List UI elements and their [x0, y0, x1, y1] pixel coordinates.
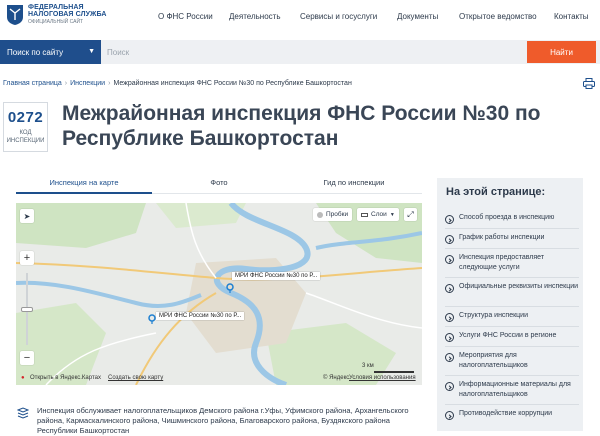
- inspection-code-label-line1: КОД: [19, 130, 32, 136]
- sidebar-item-schedule[interactable]: График работы инспекции: [445, 233, 579, 249]
- search-button[interactable]: Найти: [527, 41, 596, 63]
- arrow-circle-icon: [445, 382, 454, 391]
- breadcrumb-inspections[interactable]: Инспекции: [70, 80, 105, 87]
- nav-item-open-agency[interactable]: Открытое ведомство: [459, 12, 537, 21]
- sidebar-item-anticorruption[interactable]: Противодействие коррупции: [445, 409, 579, 425]
- map-pin-label[interactable]: МРИ ФНС России №30 по Р...: [232, 272, 321, 280]
- sidebar-item-label: Услуги ФНС России в регионе: [459, 332, 557, 339]
- open-in-yandex-link[interactable]: Открыть в Яндекс.Картах: [30, 375, 101, 381]
- on-this-page-sidebar: На этой странице: Способ проезда в инспе…: [437, 178, 583, 431]
- sidebar-item-label: Структура инспекции: [459, 312, 529, 319]
- arrow-circle-icon: [445, 353, 454, 362]
- map-basemap: [16, 203, 422, 385]
- inspection-code-box: 0272 КОД ИНСПЕКЦИИ: [3, 102, 48, 152]
- nav-item-activity[interactable]: Деятельность: [229, 12, 281, 21]
- arrow-circle-icon: [445, 255, 454, 264]
- sidebar-item-label: Информационные материалы для налогоплате…: [459, 381, 571, 398]
- zoom-out-button[interactable]: −: [20, 351, 34, 365]
- zoom-slider-handle[interactable]: [21, 307, 33, 312]
- layers-icon: [361, 212, 368, 217]
- top-navigation: О ФНС России Деятельность Сервисы и госу…: [0, 12, 600, 26]
- sidebar-item-services[interactable]: Инспекция предоставляет следующие услуги: [445, 253, 579, 278]
- create-map-link[interactable]: Создать свою карту: [108, 375, 163, 381]
- breadcrumb-separator-icon: ›: [108, 80, 111, 87]
- chevron-down-icon: ▼: [88, 48, 95, 55]
- inspection-code: 0272: [7, 109, 44, 126]
- tab-guide[interactable]: Гид по инспекции: [286, 176, 422, 194]
- traffic-label: Пробки: [326, 211, 349, 218]
- breadcrumb-current: Межрайонная инспекция ФНС России №30 по …: [113, 80, 352, 87]
- nav-item-contacts[interactable]: Контакты: [554, 12, 589, 21]
- chevron-down-icon: ▼: [389, 211, 395, 218]
- layers-label: Слои: [371, 211, 387, 218]
- site-header: ФЕДЕРАЛЬНАЯ НАЛОГОВАЯ СЛУЖБА ОФИЦИАЛЬНЫЙ…: [0, 0, 600, 38]
- nav-item-about[interactable]: О ФНС России: [158, 12, 213, 21]
- sidebar-item-events[interactable]: Мероприятия для налогоплательщиков: [445, 351, 579, 376]
- page-title: Межрайонная инспекция ФНС России №30 по Р…: [62, 101, 582, 151]
- breadcrumb: Главная страница › Инспекции › Межрайонная и…: [3, 80, 352, 87]
- tab-photo[interactable]: Фото: [152, 176, 286, 194]
- plus-icon: +: [23, 252, 31, 264]
- print-icon[interactable]: [583, 78, 595, 89]
- sidebar-item-label: Способ проезда в инспекцию: [459, 214, 555, 221]
- map-scale-label: 3 км: [362, 363, 374, 369]
- fullscreen-button[interactable]: ⤢: [404, 208, 417, 221]
- sidebar-item-region-services[interactable]: Услуги ФНС России в регионе: [445, 331, 579, 347]
- traffic-button[interactable]: Пробки: [313, 208, 353, 221]
- tab-map[interactable]: Инспекция на карте: [16, 176, 152, 194]
- nav-item-services[interactable]: Сервисы и госуслуги: [300, 12, 377, 21]
- zoom-in-button[interactable]: +: [20, 251, 34, 265]
- arrow-circle-icon: [445, 333, 454, 342]
- arrow-circle-icon: [445, 313, 454, 322]
- map-footer: ● Открыть в Яндекс.Картах Создать свою к…: [16, 373, 422, 385]
- map-area-icon: [17, 407, 29, 419]
- sidebar-item-label: Мероприятия для налогоплательщиков: [459, 352, 528, 369]
- sidebar-item-structure[interactable]: Структура инспекции: [445, 311, 579, 327]
- sidebar-item-label: Противодействие коррупции: [459, 410, 553, 417]
- traffic-icon: [317, 211, 323, 218]
- sidebar-item-label: Инспекция предоставляет следующие услуги: [459, 254, 545, 271]
- nav-item-documents[interactable]: Документы: [397, 12, 438, 21]
- map-pin-icon[interactable]: [148, 314, 156, 324]
- page-title-line1: Межрайонная инспекция ФНС России №30 по: [62, 102, 541, 125]
- map-pin-icon[interactable]: [226, 283, 234, 293]
- sidebar-title: На этой странице:: [446, 186, 546, 198]
- sidebar-item-route[interactable]: Способ проезда в инспекцию: [445, 213, 579, 229]
- page-title-line2: Республике Башкортостан: [62, 127, 339, 150]
- sidebar-item-label: График работы инспекции: [459, 234, 545, 241]
- terms-link[interactable]: Условия использования: [349, 375, 416, 381]
- sidebar-item-info-materials[interactable]: Информационные материалы для налогоплате…: [445, 380, 579, 405]
- minus-icon: −: [23, 352, 31, 364]
- breadcrumb-separator-icon: ›: [64, 80, 68, 87]
- search-scope-dropdown[interactable]: Поиск по сайту ▼: [0, 40, 101, 64]
- search-input[interactable]: [101, 40, 527, 64]
- map-pin-label[interactable]: МРИ ФНС России №30 по Р...: [156, 312, 245, 320]
- map-copyright: © Яндекс: [323, 375, 350, 381]
- location-pin-icon: ●: [21, 375, 25, 381]
- expand-icon: ⤢: [407, 209, 414, 219]
- arrow-circle-icon: [445, 411, 454, 420]
- layers-button[interactable]: Слои ▼: [357, 208, 399, 221]
- geolocation-button[interactable]: ➤: [20, 209, 34, 223]
- service-area-description: Инспекция обслуживает налогоплательщиков…: [37, 406, 409, 435]
- breadcrumb-home[interactable]: Главная страница: [3, 80, 62, 87]
- inspection-code-label-line2: ИНСПЕКЦИИ: [6, 138, 45, 144]
- search-scope-label: Поиск по сайту: [7, 47, 64, 57]
- search-bar: Поиск по сайту ▼ Найти: [0, 40, 600, 64]
- yandex-map[interactable]: Пробки Слои ▼ ⤢ ➤ + − МРИ ФНС России №30…: [16, 203, 422, 385]
- logo-title-line1: ФЕДЕРАЛЬНАЯ: [28, 4, 84, 11]
- arrow-circle-icon: [445, 235, 454, 244]
- arrow-circle-icon: [445, 284, 454, 293]
- arrow-circle-icon: [445, 215, 454, 224]
- sidebar-item-requisites[interactable]: Официальные реквизиты инспекции: [445, 282, 579, 307]
- sidebar-item-label: Официальные реквизиты инспекции: [459, 283, 579, 290]
- location-arrow-icon: ➤: [23, 211, 31, 221]
- tab-bar: Инспекция на карте Фото Гид по инспекции: [16, 176, 422, 194]
